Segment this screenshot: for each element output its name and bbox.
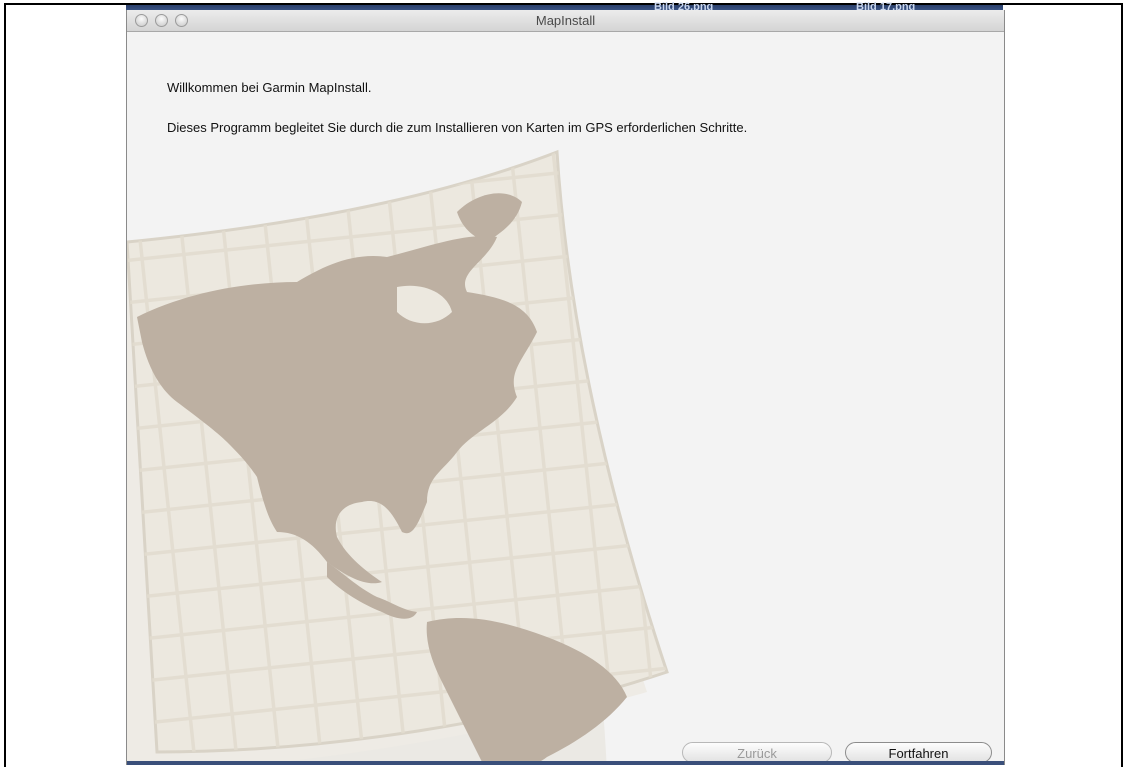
back-button[interactable]: Zurück xyxy=(682,742,832,763)
frame-left-line xyxy=(4,3,6,767)
continue-button[interactable]: Fortfahren xyxy=(845,742,992,763)
frame-right-line xyxy=(1121,3,1123,767)
map-illustration xyxy=(127,149,669,765)
window-content: Willkommen bei Garmin MapInstall. Dieses… xyxy=(127,32,1004,765)
title-bar[interactable]: MapInstall xyxy=(127,10,1004,32)
installer-window: MapInstall Willkommen bei Garmin MapInst… xyxy=(126,10,1005,765)
window-bottom-edge xyxy=(127,761,1004,765)
welcome-heading: Willkommen bei Garmin MapInstall. xyxy=(167,80,372,95)
intro-text: Dieses Programm begleitet Sie durch die … xyxy=(167,120,748,135)
window-title: MapInstall xyxy=(535,13,596,28)
